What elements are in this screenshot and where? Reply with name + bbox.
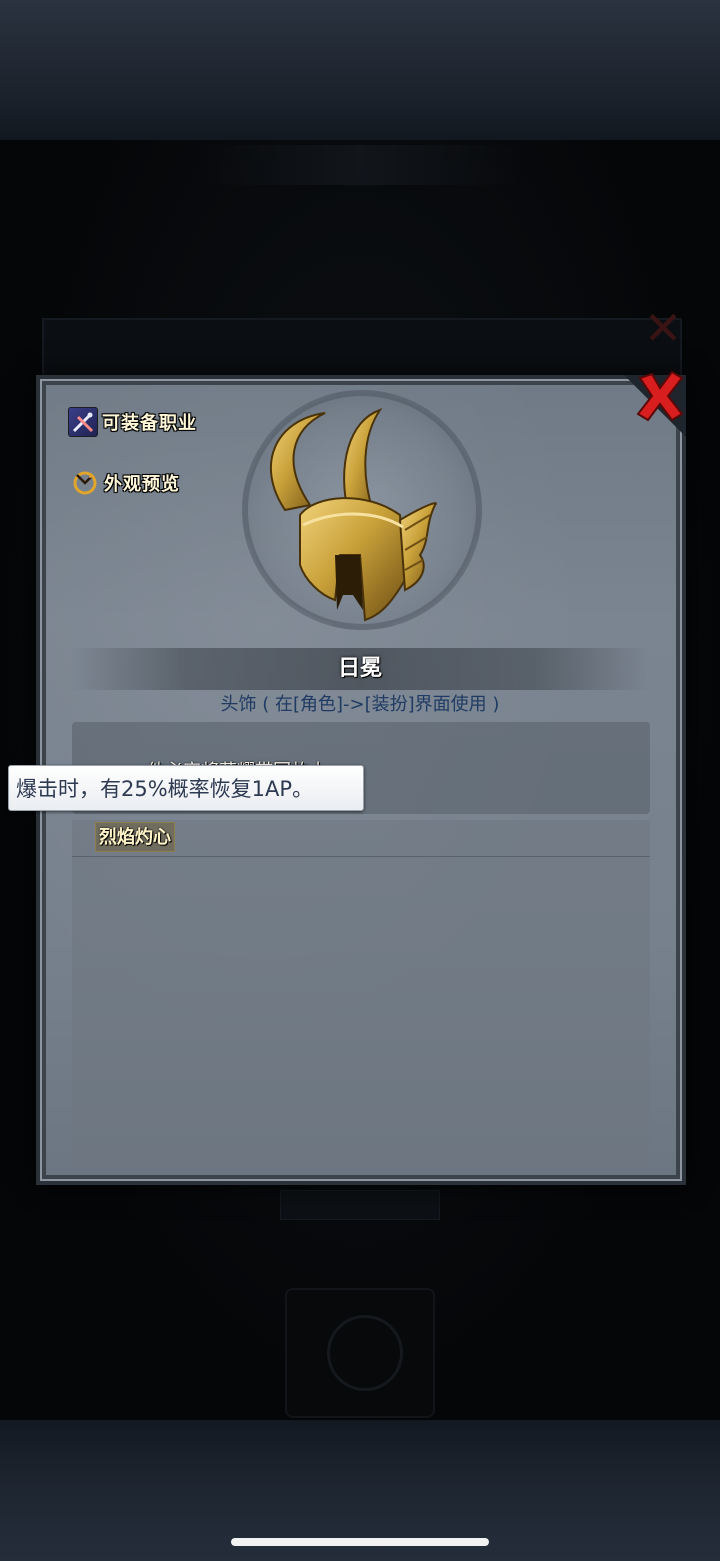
appearance-preview-button[interactable]: 外观预览 (70, 466, 180, 500)
skill-panel (72, 820, 650, 1166)
item-type-line: 头饰 ( 在[角色]->[装扮]界面使用 ) (220, 694, 500, 715)
crossed-weapons-icon (68, 407, 98, 437)
background-emblem (285, 1288, 435, 1418)
skill-tooltip: 爆击时，有25%概率恢复1AP。 (8, 765, 364, 811)
background-panel-header (42, 318, 682, 378)
skill-name-tag[interactable]: 烈焰灼心 (95, 822, 175, 852)
close-icon (636, 370, 684, 422)
background-close-icon: ✕ (643, 301, 683, 355)
equip-classes-button[interactable]: 可装备职业 (68, 405, 197, 439)
top-frame (0, 0, 720, 140)
background-title-bar (200, 145, 520, 185)
close-button[interactable] (630, 366, 690, 426)
skill-divider (72, 856, 650, 857)
appearance-preview-label: 外观预览 (104, 474, 180, 495)
refresh-eye-icon (70, 468, 100, 498)
background-bottom-button (280, 1190, 440, 1220)
equip-classes-label: 可装备职业 (102, 413, 197, 434)
game-screen: ✕ 可装备职业 外观预览 日冕 头饰 (在[角色]->[装扮]界面使用) 烈… (0, 0, 720, 1561)
horned-helmet-image (255, 405, 455, 630)
home-indicator[interactable] (231, 1538, 489, 1546)
item-name: 日冕 (70, 648, 650, 690)
